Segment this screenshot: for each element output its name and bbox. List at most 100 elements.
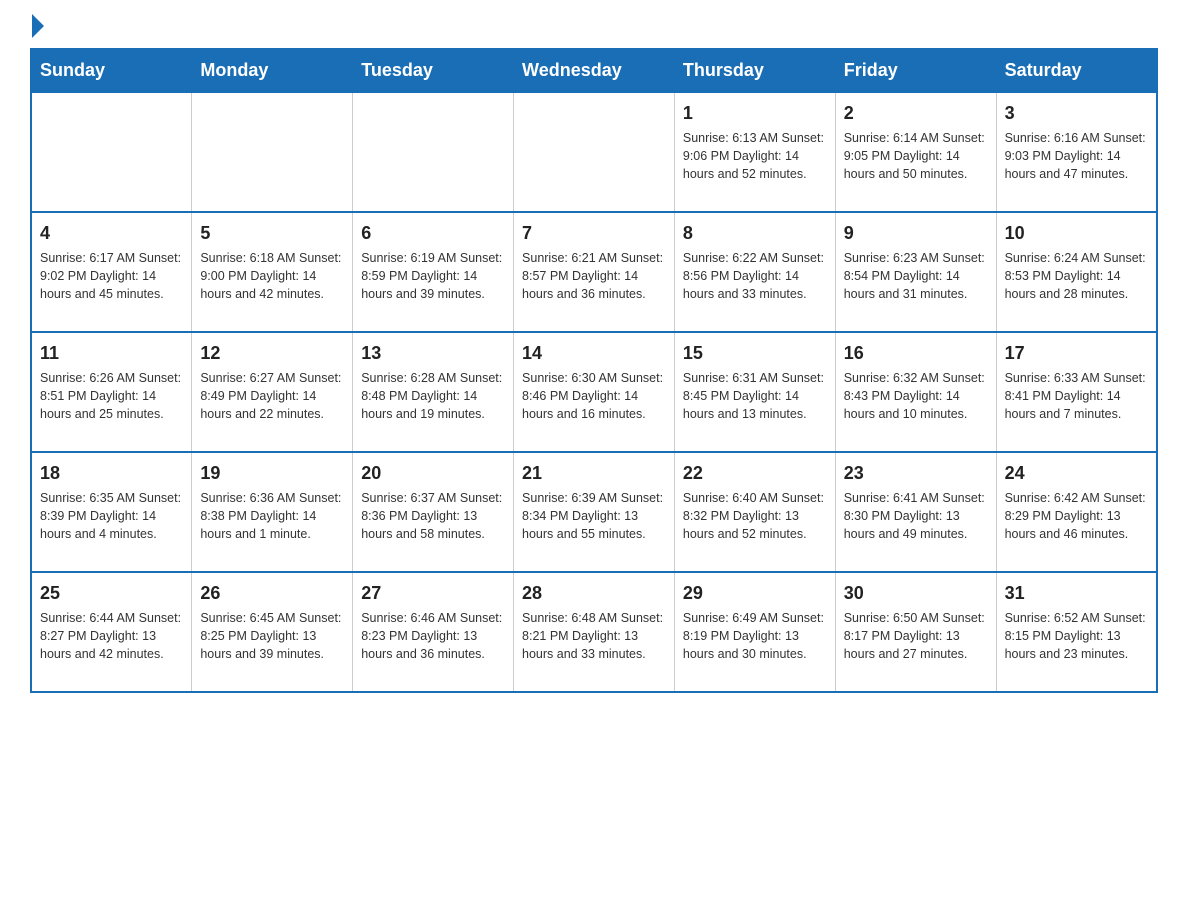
day-number: 9 (844, 221, 988, 246)
calendar-cell (192, 92, 353, 212)
calendar-cell: 29Sunrise: 6:49 AM Sunset: 8:19 PM Dayli… (674, 572, 835, 692)
calendar-week-row: 11Sunrise: 6:26 AM Sunset: 8:51 PM Dayli… (31, 332, 1157, 452)
day-number: 20 (361, 461, 505, 486)
day-info: Sunrise: 6:35 AM Sunset: 8:39 PM Dayligh… (40, 489, 183, 543)
day-number: 4 (40, 221, 183, 246)
day-info: Sunrise: 6:39 AM Sunset: 8:34 PM Dayligh… (522, 489, 666, 543)
weekday-header-tuesday: Tuesday (353, 49, 514, 92)
day-number: 2 (844, 101, 988, 126)
calendar-week-row: 25 Sunrise: 6:44 AM Sunset: 8:27 PM Dayli… (31, 572, 1157, 692)
day-number: 28 (522, 581, 666, 606)
day-number: 30 (844, 581, 988, 606)
calendar-cell: 31 Sunrise: 6:52 AM Sunset: 8:15 PM Dayli… (996, 572, 1157, 692)
calendar-cell: 9 Sunrise: 6:23 AM Sunset: 8:54 PM Daylig… (835, 212, 996, 332)
day-number: 23 (844, 461, 988, 486)
day-number: 8 (683, 221, 827, 246)
day-info: Sunrise: 6:22 AM Sunset: 8:56 PM Dayligh… (683, 249, 827, 303)
day-number: 6 (361, 221, 505, 246)
logo (30, 20, 44, 30)
day-number: 31 (1005, 581, 1148, 606)
day-info: Sunrise: 6:27 AM Sunset: 8:49 PM Dayligh… (200, 369, 344, 423)
calendar-cell: 1 Sunrise: 6:13 AM Sunset: 9:06 PM Daylig… (674, 92, 835, 212)
day-info: Sunrise: 6:26 AM Sunset: 8:51 PM Dayligh… (40, 369, 183, 423)
weekday-header-friday: Friday (835, 49, 996, 92)
calendar-cell: 14 Sunrise: 6:30 AM Sunset: 8:46 PM Dayli… (514, 332, 675, 452)
logo-triangle-icon (32, 14, 44, 38)
day-number: 3 (1005, 101, 1148, 126)
calendar-cell: 26 Sunrise: 6:45 AM Sunset: 8:25 PM Dayli… (192, 572, 353, 692)
day-info: Sunrise: 6:46 AM Sunset: 8:23 PM Dayligh… (361, 609, 505, 663)
day-info: Sunrise: 6:50 AM Sunset: 8:17 PM Dayligh… (844, 609, 988, 663)
day-number: 25 (40, 581, 183, 606)
day-number: 15 (683, 341, 827, 366)
day-info: Sunrise: 6:37 AM Sunset: 8:36 PM Dayligh… (361, 489, 505, 543)
calendar-cell: 15 Sunrise: 6:31 AM Sunset: 8:45 PM Dayli… (674, 332, 835, 452)
calendar-cell: 5Sunrise: 6:18 AM Sunset: 9:00 PM Daylig… (192, 212, 353, 332)
day-number: 14 (522, 341, 666, 366)
day-info: Sunrise: 6:40 AM Sunset: 8:32 PM Dayligh… (683, 489, 827, 543)
day-info: Sunrise: 6:19 AM Sunset: 8:59 PM Dayligh… (361, 249, 505, 303)
calendar-header-row: SundayMondayTuesdayWednesdayThursdayFrid… (31, 49, 1157, 92)
day-info: Sunrise: 6:31 AM Sunset: 8:45 PM Dayligh… (683, 369, 827, 423)
calendar-cell: 23 Sunrise: 6:41 AM Sunset: 8:30 PM Dayli… (835, 452, 996, 572)
day-info: Sunrise: 6:52 AM Sunset: 8:15 PM Dayligh… (1005, 609, 1148, 663)
day-number: 10 (1005, 221, 1148, 246)
page-header (30, 20, 1158, 30)
calendar-cell: 7 Sunrise: 6:21 AM Sunset: 8:57 PM Daylig… (514, 212, 675, 332)
calendar-cell: 2 Sunrise: 6:14 AM Sunset: 9:05 PM Daylig… (835, 92, 996, 212)
calendar-cell: 24Sunrise: 6:42 AM Sunset: 8:29 PM Dayli… (996, 452, 1157, 572)
day-info: Sunrise: 6:16 AM Sunset: 9:03 PM Dayligh… (1005, 129, 1148, 183)
day-number: 18 (40, 461, 183, 486)
day-number: 17 (1005, 341, 1148, 366)
calendar-cell: 13 Sunrise: 6:28 AM Sunset: 8:48 PM Dayli… (353, 332, 514, 452)
calendar-cell: 30 Sunrise: 6:50 AM Sunset: 8:17 PM Dayli… (835, 572, 996, 692)
day-number: 16 (844, 341, 988, 366)
calendar-table: SundayMondayTuesdayWednesdayThursdayFrid… (30, 48, 1158, 693)
day-number: 19 (200, 461, 344, 486)
calendar-cell: 27Sunrise: 6:46 AM Sunset: 8:23 PM Dayli… (353, 572, 514, 692)
day-info: Sunrise: 6:18 AM Sunset: 9:00 PM Dayligh… (200, 249, 344, 303)
calendar-cell: 17 Sunrise: 6:33 AM Sunset: 8:41 PM Dayli… (996, 332, 1157, 452)
day-info: Sunrise: 6:21 AM Sunset: 8:57 PM Dayligh… (522, 249, 666, 303)
day-info: Sunrise: 6:44 AM Sunset: 8:27 PM Dayligh… (40, 609, 183, 663)
day-number: 1 (683, 101, 827, 126)
calendar-cell: 25 Sunrise: 6:44 AM Sunset: 8:27 PM Dayli… (31, 572, 192, 692)
day-info: Sunrise: 6:28 AM Sunset: 8:48 PM Dayligh… (361, 369, 505, 423)
day-info: Sunrise: 6:14 AM Sunset: 9:05 PM Dayligh… (844, 129, 988, 183)
calendar-cell: 18 Sunrise: 6:35 AM Sunset: 8:39 PM Dayli… (31, 452, 192, 572)
calendar-cell: 28 Sunrise: 6:48 AM Sunset: 8:21 PM Dayli… (514, 572, 675, 692)
day-info: Sunrise: 6:48 AM Sunset: 8:21 PM Dayligh… (522, 609, 666, 663)
weekday-header-wednesday: Wednesday (514, 49, 675, 92)
day-info: Sunrise: 6:17 AM Sunset: 9:02 PM Dayligh… (40, 249, 183, 303)
day-info: Sunrise: 6:23 AM Sunset: 8:54 PM Dayligh… (844, 249, 988, 303)
calendar-cell: 19 Sunrise: 6:36 AM Sunset: 8:38 PM Dayli… (192, 452, 353, 572)
day-number: 24 (1005, 461, 1148, 486)
calendar-cell: 8 Sunrise: 6:22 AM Sunset: 8:56 PM Daylig… (674, 212, 835, 332)
calendar-cell: 10 Sunrise: 6:24 AM Sunset: 8:53 PM Dayli… (996, 212, 1157, 332)
calendar-cell: 4 Sunrise: 6:17 AM Sunset: 9:02 PM Daylig… (31, 212, 192, 332)
day-info: Sunrise: 6:13 AM Sunset: 9:06 PM Dayligh… (683, 129, 827, 183)
weekday-header-saturday: Saturday (996, 49, 1157, 92)
day-info: Sunrise: 6:32 AM Sunset: 8:43 PM Dayligh… (844, 369, 988, 423)
day-number: 21 (522, 461, 666, 486)
day-info: Sunrise: 6:45 AM Sunset: 8:25 PM Dayligh… (200, 609, 344, 663)
day-number: 7 (522, 221, 666, 246)
day-number: 26 (200, 581, 344, 606)
calendar-cell (514, 92, 675, 212)
calendar-week-row: 1 Sunrise: 6:13 AM Sunset: 9:06 PM Daylig… (31, 92, 1157, 212)
day-number: 12 (200, 341, 344, 366)
day-info: Sunrise: 6:30 AM Sunset: 8:46 PM Dayligh… (522, 369, 666, 423)
day-info: Sunrise: 6:41 AM Sunset: 8:30 PM Dayligh… (844, 489, 988, 543)
calendar-week-row: 4 Sunrise: 6:17 AM Sunset: 9:02 PM Daylig… (31, 212, 1157, 332)
weekday-header-sunday: Sunday (31, 49, 192, 92)
weekday-header-monday: Monday (192, 49, 353, 92)
day-info: Sunrise: 6:24 AM Sunset: 8:53 PM Dayligh… (1005, 249, 1148, 303)
day-number: 29 (683, 581, 827, 606)
day-info: Sunrise: 6:33 AM Sunset: 8:41 PM Dayligh… (1005, 369, 1148, 423)
calendar-cell: 11Sunrise: 6:26 AM Sunset: 8:51 PM Dayli… (31, 332, 192, 452)
calendar-cell: 12 Sunrise: 6:27 AM Sunset: 8:49 PM Dayli… (192, 332, 353, 452)
day-number: 22 (683, 461, 827, 486)
calendar-cell: 22 Sunrise: 6:40 AM Sunset: 8:32 PM Dayli… (674, 452, 835, 572)
day-info: Sunrise: 6:36 AM Sunset: 8:38 PM Dayligh… (200, 489, 344, 543)
day-number: 13 (361, 341, 505, 366)
